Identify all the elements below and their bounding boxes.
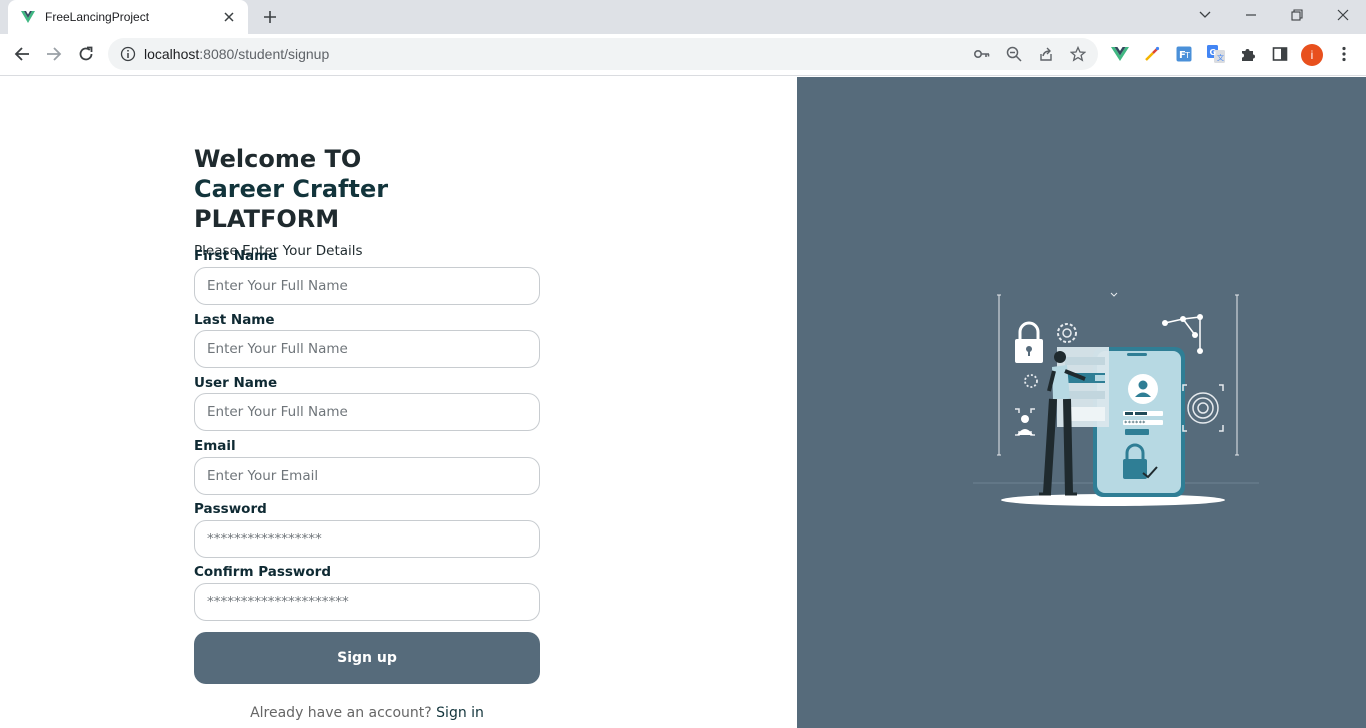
security-illustration: ******: [973, 292, 1259, 506]
confirm-password-input[interactable]: [194, 583, 540, 621]
share-icon[interactable]: [1036, 44, 1056, 64]
first-name-label: First Name: [194, 248, 278, 264]
last-name-label: Last Name: [194, 312, 275, 328]
restore-icon[interactable]: [1274, 0, 1320, 30]
vue-favicon: [21, 11, 35, 23]
tab-strip: FreeLancingProject: [0, 0, 1366, 34]
first-name-input[interactable]: [194, 267, 540, 305]
puzzle-icon[interactable]: [1238, 44, 1258, 64]
plus-icon[interactable]: [258, 6, 282, 28]
signin-row: Already have an account? Sign in: [194, 705, 540, 721]
zoom-icon[interactable]: [1004, 44, 1024, 64]
email-label: Email: [194, 438, 236, 454]
browser-toolbar: localhost:8080/student/signup FT G文 i: [0, 34, 1366, 76]
reload-icon[interactable]: [71, 39, 101, 69]
minimize-icon[interactable]: [1228, 0, 1274, 30]
illustration-panel: ******: [797, 77, 1366, 728]
sidepanel-icon[interactable]: [1270, 44, 1290, 64]
signin-link[interactable]: Sign in: [436, 705, 484, 721]
signin-prompt: Already have an account?: [250, 705, 432, 721]
signup-button[interactable]: Sign up: [194, 632, 540, 684]
email-input[interactable]: [194, 457, 540, 495]
menu-dots-icon[interactable]: [1334, 44, 1354, 64]
password-input[interactable]: [194, 520, 540, 558]
address-bar[interactable]: localhost:8080/student/signup: [108, 38, 1098, 70]
confirm-password-label: Confirm Password: [194, 564, 332, 580]
profile-avatar[interactable]: i: [1301, 44, 1323, 66]
browser-tab[interactable]: FreeLancingProject: [8, 0, 248, 34]
last-name-input[interactable]: [194, 330, 540, 368]
svg-text:******: ******: [1124, 420, 1146, 427]
user-name-label: User Name: [194, 375, 278, 391]
url-text[interactable]: localhost:8080/student/signup: [144, 46, 329, 62]
tab-title: FreeLancingProject: [45, 10, 150, 24]
star-icon[interactable]: [1068, 44, 1088, 64]
key-icon[interactable]: [972, 44, 992, 64]
user-name-input[interactable]: [194, 393, 540, 431]
svg-text:T: T: [1184, 51, 1190, 60]
translate-icon[interactable]: FT: [1174, 44, 1194, 64]
info-icon[interactable]: [120, 46, 136, 62]
svg-text:G: G: [1210, 48, 1217, 57]
svg-text:文: 文: [1217, 53, 1224, 62]
back-icon[interactable]: [7, 39, 37, 69]
color-picker-icon[interactable]: [1142, 44, 1162, 64]
password-label: Password: [194, 501, 267, 517]
close-icon[interactable]: [220, 8, 238, 26]
vue-devtools-icon[interactable]: [1110, 44, 1130, 64]
page-content: Welcome TO Career Crafter PLATFORM Pleas…: [0, 77, 1366, 728]
chevron-down-icon[interactable]: [1182, 0, 1228, 30]
signup-panel: Welcome TO Career Crafter PLATFORM Pleas…: [0, 77, 797, 728]
forward-icon[interactable]: [39, 39, 69, 69]
window-close-icon[interactable]: [1320, 0, 1366, 30]
signup-form: First Name Last Name User Name Email Pas…: [194, 77, 540, 728]
google-translate-icon[interactable]: G文: [1206, 44, 1226, 64]
